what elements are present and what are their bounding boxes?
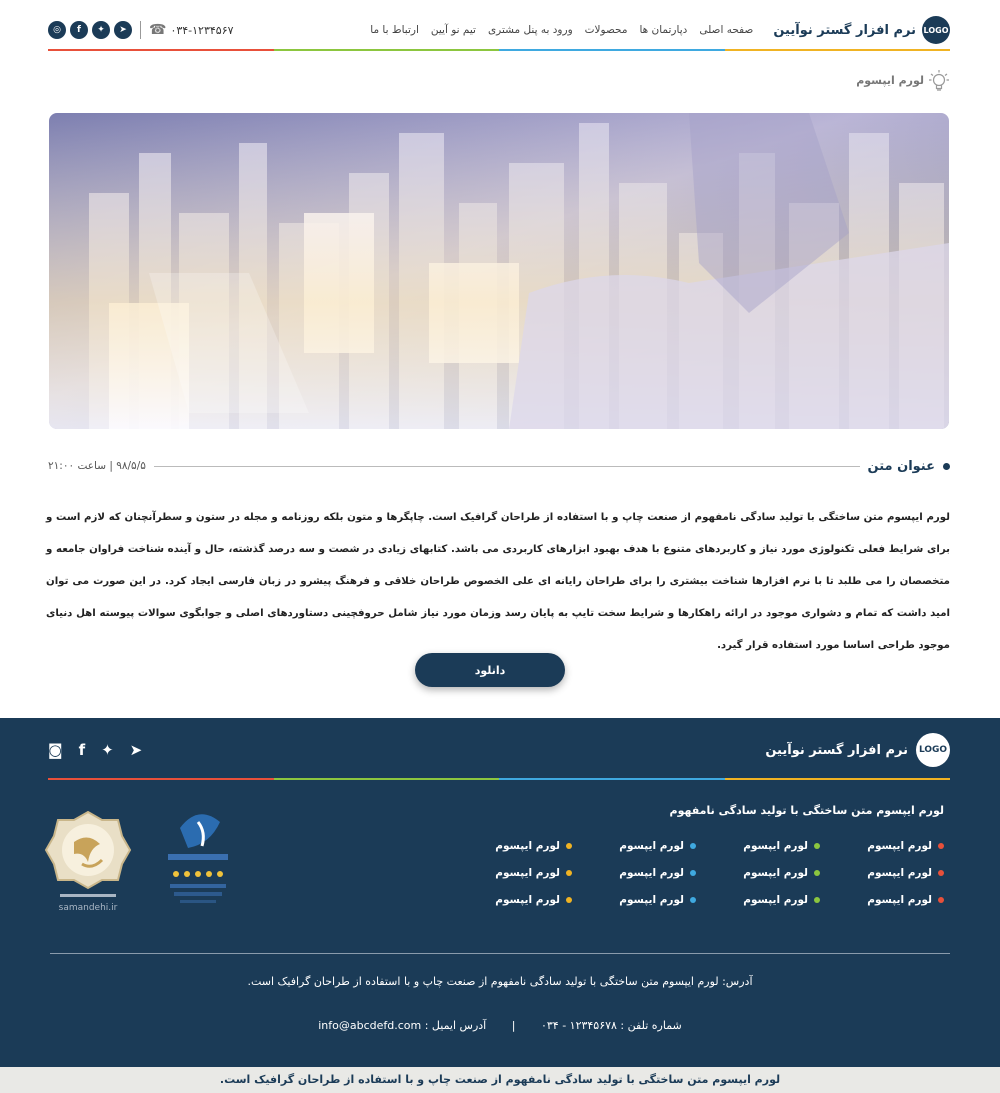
breadcrumb-label[interactable]: لورم ایپسوم xyxy=(856,74,924,87)
stripe-yellow xyxy=(724,778,950,780)
footer-divider xyxy=(50,953,950,954)
footer-link[interactable]: لورم ایپسوم xyxy=(696,894,820,906)
bullet-dot xyxy=(566,843,572,849)
nav-item-departments[interactable]: دپارتمان ها xyxy=(639,24,687,36)
bullet-dot xyxy=(814,870,820,876)
bullet-dot xyxy=(938,843,944,849)
footer-contact-info: شماره تلفن : ۱۲۳۴۵۶۷۸ - ۰۳۴ | آدرس ایمیل… xyxy=(0,1019,1000,1032)
footer-logo[interactable]: LOGO xyxy=(916,733,950,767)
bullet-dot xyxy=(938,870,944,876)
divider: | xyxy=(511,1019,516,1032)
phone-number[interactable]: ۰۳۴-۱۲۳۴۵۶۷ xyxy=(170,24,233,37)
nav-item-client-login[interactable]: ورود به پنل مشتری xyxy=(488,24,573,36)
facebook-icon[interactable]: f xyxy=(70,21,88,39)
stripe-red xyxy=(48,778,274,780)
title-bullet xyxy=(943,462,950,470)
stripe-green xyxy=(273,778,499,780)
divider xyxy=(140,21,141,39)
facebook-icon[interactable]: f xyxy=(79,741,86,759)
phone-icon: ☎ xyxy=(149,22,167,38)
stripe-blue xyxy=(499,49,725,51)
lightbulb-icon xyxy=(929,68,950,92)
bullet-dot xyxy=(938,897,944,903)
breadcrumb: لورم ایپسوم xyxy=(48,68,950,92)
site-footer: LOGO نرم افزار گستر نوآیین ◙ f ✦ ➤ لورم … xyxy=(0,718,1000,1067)
stripe-blue xyxy=(499,778,725,780)
download-button[interactable]: دانلود xyxy=(415,653,565,687)
samandehi-caption: samandehi.ir xyxy=(59,903,118,913)
header-color-stripe xyxy=(48,49,950,51)
footer-link[interactable]: لورم ایپسوم xyxy=(448,867,572,879)
footer-phone[interactable]: شماره تلفن : ۱۲۳۴۵۶۷۸ - ۰۳۴ xyxy=(541,1019,682,1032)
post-title: عنوان متن xyxy=(867,458,935,474)
nav-item-team[interactable]: تیم نو آیین xyxy=(431,24,476,36)
logo[interactable]: LOGO xyxy=(922,16,950,44)
brand[interactable]: LOGO نرم افزار گستر نوآیین صفحه اصلی دپا… xyxy=(370,16,950,44)
bullet-dot xyxy=(814,843,820,849)
site-header: LOGO نرم افزار گستر نوآیین صفحه اصلی دپا… xyxy=(48,10,950,50)
bullet-dot xyxy=(814,897,820,903)
footer-link[interactable]: لورم ایپسوم xyxy=(448,840,572,852)
bullet-dot xyxy=(690,870,696,876)
header-phone: ☎ ۰۳۴-۱۲۳۴۵۶۷ xyxy=(149,22,234,38)
footer-link[interactable]: لورم ایپسوم xyxy=(572,867,696,879)
telegram-icon[interactable]: ➤ xyxy=(130,741,143,759)
footer-address: آدرس: لورم ایپسوم متن ساختگی با تولید سا… xyxy=(247,975,753,988)
post-date: ۹۸/۵/۵ | ساعت ۲۱:۰۰ xyxy=(48,460,146,472)
twitter-icon[interactable]: ✦ xyxy=(92,21,110,39)
footer-link[interactable]: لورم ایپسوم xyxy=(820,867,944,879)
footer-link[interactable]: لورم ایپسوم xyxy=(448,894,572,906)
hero-image xyxy=(49,113,949,429)
footer-brand-name[interactable]: نرم افزار گستر نوآیین xyxy=(765,743,908,758)
footer-social-links: ◙ f ✦ ➤ xyxy=(48,741,142,759)
stripe-red xyxy=(48,49,274,51)
nav-item-contact[interactable]: ارتباط با ما xyxy=(370,24,419,36)
stripe-yellow xyxy=(724,49,950,51)
title-divider xyxy=(153,465,860,467)
post-body: لورم ایپسوم متن ساختگی با تولید سادگی نا… xyxy=(46,512,950,651)
footer-link[interactable]: لورم ایپسوم xyxy=(696,840,820,852)
footer-link[interactable]: لورم ایپسوم xyxy=(572,894,696,906)
bullet-dot xyxy=(566,870,572,876)
bullet-dot xyxy=(566,897,572,903)
footer-brand[interactable]: LOGO نرم افزار گستر نوآیین xyxy=(765,733,950,767)
footer-link[interactable]: لورم ایپسوم xyxy=(820,894,944,906)
nav-item-products[interactable]: محصولات xyxy=(585,24,628,36)
footer-email[interactable]: آدرس ایمیل : info@abcdefd.com xyxy=(318,1019,486,1032)
bullet-dot xyxy=(690,843,696,849)
header-contact: ◎ f ✦ ➤ ☎ ۰۳۴-۱۲۳۴۵۶۷ xyxy=(48,21,234,39)
main-nav: صفحه اصلی دپارتمان ها محصولات ورود به پن… xyxy=(370,24,753,36)
footer-link[interactable]: لورم ایپسوم xyxy=(696,867,820,879)
post-title-row: عنوان متن ۹۸/۵/۵ | ساعت ۲۱:۰۰ xyxy=(48,455,950,477)
copyright-bar: لورم ایپسوم متن ساختگی با تولید سادگی نا… xyxy=(0,1067,1000,1093)
nav-item-home[interactable]: صفحه اصلی xyxy=(699,24,753,36)
brand-name[interactable]: نرم افزار گستر نوآیین xyxy=(773,23,916,38)
samandehi-badge[interactable]: samandehi.ir xyxy=(44,810,132,920)
footer-link[interactable]: لورم ایپسوم xyxy=(572,840,696,852)
instagram-icon[interactable]: ◎ xyxy=(48,21,66,39)
twitter-icon[interactable]: ✦ xyxy=(101,741,114,759)
footer-header: LOGO نرم افزار گستر نوآیین ◙ f ✦ ➤ xyxy=(48,732,950,768)
footer-link[interactable]: لورم ایپسوم xyxy=(820,840,944,852)
telegram-icon[interactable]: ➤ xyxy=(114,21,132,39)
footer-links: لورم ایپسوم لورم ایپسوم لورم ایپسوم لورم… xyxy=(448,840,944,906)
social-links: ◎ f ✦ ➤ xyxy=(48,21,132,39)
footer-tagline: لورم ایپسوم متن ساختگی با تولید سادگی نا… xyxy=(669,804,944,817)
bullet-dot xyxy=(690,897,696,903)
instagram-icon[interactable]: ◙ xyxy=(48,741,63,759)
enamad-badge[interactable] xyxy=(158,808,238,918)
stripe-green xyxy=(273,49,499,51)
footer-color-stripe xyxy=(48,778,950,780)
